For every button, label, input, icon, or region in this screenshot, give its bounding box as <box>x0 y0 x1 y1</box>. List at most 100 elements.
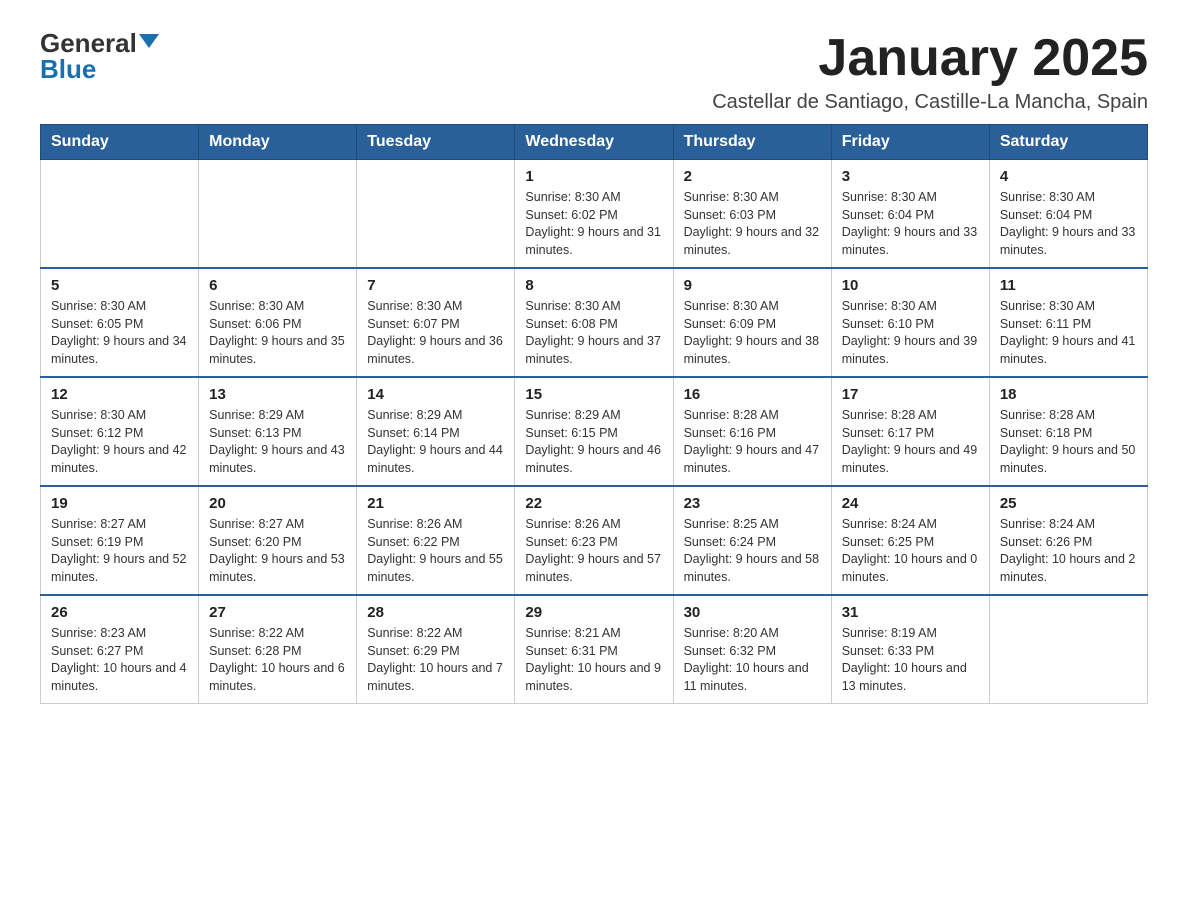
calendar-cell: 31 Sunrise: 8:19 AM Sunset: 6:33 PM Dayli… <box>831 595 989 704</box>
day-number: 10 <box>842 277 979 294</box>
weekday-header-sunday: Sunday <box>41 125 199 160</box>
day-info: Sunrise: 8:30 AM Sunset: 6:09 PM Dayligh… <box>684 298 821 368</box>
calendar-cell: 4 Sunrise: 8:30 AM Sunset: 6:04 PM Daylig… <box>989 160 1147 269</box>
logo: GeneralBlue <box>40 30 159 82</box>
day-info: Sunrise: 8:23 AM Sunset: 6:27 PM Dayligh… <box>51 625 188 695</box>
weekday-header-monday: Monday <box>199 125 357 160</box>
day-number: 31 <box>842 604 979 621</box>
day-number: 20 <box>209 495 346 512</box>
day-number: 5 <box>51 277 188 294</box>
day-info: Sunrise: 8:19 AM Sunset: 6:33 PM Dayligh… <box>842 625 979 695</box>
day-info: Sunrise: 8:30 AM Sunset: 6:03 PM Dayligh… <box>684 189 821 259</box>
day-info: Sunrise: 8:30 AM Sunset: 6:04 PM Dayligh… <box>1000 189 1137 259</box>
day-number: 6 <box>209 277 346 294</box>
day-info: Sunrise: 8:24 AM Sunset: 6:26 PM Dayligh… <box>1000 516 1137 586</box>
page-header: GeneralBlue January 2025 Castellar de Sa… <box>40 30 1148 114</box>
day-info: Sunrise: 8:30 AM Sunset: 6:11 PM Dayligh… <box>1000 298 1137 368</box>
day-info: Sunrise: 8:27 AM Sunset: 6:20 PM Dayligh… <box>209 516 346 586</box>
day-info: Sunrise: 8:30 AM Sunset: 6:05 PM Dayligh… <box>51 298 188 368</box>
day-number: 12 <box>51 386 188 403</box>
calendar-week-row: 1Sunrise: 8:30 AM Sunset: 6:02 PM Daylig… <box>41 160 1148 269</box>
calendar-cell: 20 Sunrise: 8:27 AM Sunset: 6:20 PM Dayli… <box>199 486 357 595</box>
calendar-cell: 24 Sunrise: 8:24 AM Sunset: 6:25 PM Dayli… <box>831 486 989 595</box>
calendar-cell: 13Sunrise: 8:29 AM Sunset: 6:13 PM Dayli… <box>199 377 357 486</box>
day-info: Sunrise: 8:28 AM Sunset: 6:18 PM Dayligh… <box>1000 407 1137 477</box>
day-info: Sunrise: 8:30 AM Sunset: 6:06 PM Dayligh… <box>209 298 346 368</box>
day-info: Sunrise: 8:25 AM Sunset: 6:24 PM Dayligh… <box>684 516 821 586</box>
day-info: Sunrise: 8:29 AM Sunset: 6:13 PM Dayligh… <box>209 407 346 477</box>
calendar-table: SundayMondayTuesdayWednesdayThursdayFrid… <box>40 124 1148 704</box>
calendar-cell: 9 Sunrise: 8:30 AM Sunset: 6:09 PM Daylig… <box>673 268 831 377</box>
day-info: Sunrise: 8:21 AM Sunset: 6:31 PM Dayligh… <box>525 625 662 695</box>
location-title: Castellar de Santiago, Castille-La Manch… <box>712 91 1148 114</box>
day-info: Sunrise: 8:28 AM Sunset: 6:17 PM Dayligh… <box>842 407 979 477</box>
calendar-cell: 16 Sunrise: 8:28 AM Sunset: 6:16 PM Dayli… <box>673 377 831 486</box>
day-number: 4 <box>1000 168 1137 185</box>
day-info: Sunrise: 8:24 AM Sunset: 6:25 PM Dayligh… <box>842 516 979 586</box>
calendar-cell <box>199 160 357 269</box>
day-number: 25 <box>1000 495 1137 512</box>
day-info: Sunrise: 8:30 AM Sunset: 6:08 PM Dayligh… <box>525 298 662 368</box>
day-info: Sunrise: 8:30 AM Sunset: 6:10 PM Dayligh… <box>842 298 979 368</box>
title-area: January 2025 Castellar de Santiago, Cast… <box>712 30 1148 114</box>
weekday-header-saturday: Saturday <box>989 125 1147 160</box>
day-number: 16 <box>684 386 821 403</box>
logo-blue-text: Blue <box>40 54 96 84</box>
day-number: 26 <box>51 604 188 621</box>
day-number: 29 <box>525 604 662 621</box>
calendar-cell: 19Sunrise: 8:27 AM Sunset: 6:19 PM Dayli… <box>41 486 199 595</box>
calendar-cell <box>41 160 199 269</box>
calendar-cell: 17 Sunrise: 8:28 AM Sunset: 6:17 PM Dayli… <box>831 377 989 486</box>
weekday-header-tuesday: Tuesday <box>357 125 515 160</box>
day-info: Sunrise: 8:26 AM Sunset: 6:23 PM Dayligh… <box>525 516 662 586</box>
weekday-header-thursday: Thursday <box>673 125 831 160</box>
calendar-cell: 12 Sunrise: 8:30 AM Sunset: 6:12 PM Dayli… <box>41 377 199 486</box>
day-number: 14 <box>367 386 504 403</box>
calendar-cell: 15Sunrise: 8:29 AM Sunset: 6:15 PM Dayli… <box>515 377 673 486</box>
day-number: 30 <box>684 604 821 621</box>
day-number: 17 <box>842 386 979 403</box>
month-title: January 2025 <box>712 30 1148 87</box>
calendar-week-row: 26 Sunrise: 8:23 AM Sunset: 6:27 PM Dayli… <box>41 595 1148 704</box>
calendar-cell: 1Sunrise: 8:30 AM Sunset: 6:02 PM Daylig… <box>515 160 673 269</box>
day-number: 15 <box>525 386 662 403</box>
calendar-cell: 14Sunrise: 8:29 AM Sunset: 6:14 PM Dayli… <box>357 377 515 486</box>
day-info: Sunrise: 8:22 AM Sunset: 6:28 PM Dayligh… <box>209 625 346 695</box>
day-number: 9 <box>684 277 821 294</box>
calendar-cell: 10 Sunrise: 8:30 AM Sunset: 6:10 PM Dayli… <box>831 268 989 377</box>
calendar-cell: 26 Sunrise: 8:23 AM Sunset: 6:27 PM Dayli… <box>41 595 199 704</box>
day-number: 18 <box>1000 386 1137 403</box>
calendar-week-row: 5 Sunrise: 8:30 AM Sunset: 6:05 PM Daylig… <box>41 268 1148 377</box>
day-number: 27 <box>209 604 346 621</box>
calendar-week-row: 12 Sunrise: 8:30 AM Sunset: 6:12 PM Dayli… <box>41 377 1148 486</box>
calendar-cell: 6 Sunrise: 8:30 AM Sunset: 6:06 PM Daylig… <box>199 268 357 377</box>
calendar-week-row: 19Sunrise: 8:27 AM Sunset: 6:19 PM Dayli… <box>41 486 1148 595</box>
logo-arrow-icon <box>139 34 159 48</box>
day-info: Sunrise: 8:30 AM Sunset: 6:04 PM Dayligh… <box>842 189 979 259</box>
weekday-header-row: SundayMondayTuesdayWednesdayThursdayFrid… <box>41 125 1148 160</box>
calendar-cell: 22 Sunrise: 8:26 AM Sunset: 6:23 PM Dayli… <box>515 486 673 595</box>
calendar-cell: 21Sunrise: 8:26 AM Sunset: 6:22 PM Dayli… <box>357 486 515 595</box>
calendar-cell: 28 Sunrise: 8:22 AM Sunset: 6:29 PM Dayli… <box>357 595 515 704</box>
weekday-header-friday: Friday <box>831 125 989 160</box>
day-info: Sunrise: 8:30 AM Sunset: 6:02 PM Dayligh… <box>525 189 662 259</box>
logo-text: GeneralBlue <box>40 30 159 82</box>
calendar-cell: 2Sunrise: 8:30 AM Sunset: 6:03 PM Daylig… <box>673 160 831 269</box>
calendar-cell: 27 Sunrise: 8:22 AM Sunset: 6:28 PM Dayli… <box>199 595 357 704</box>
calendar-cell: 23Sunrise: 8:25 AM Sunset: 6:24 PM Dayli… <box>673 486 831 595</box>
day-number: 21 <box>367 495 504 512</box>
calendar-cell: 7Sunrise: 8:30 AM Sunset: 6:07 PM Daylig… <box>357 268 515 377</box>
calendar-cell: 29 Sunrise: 8:21 AM Sunset: 6:31 PM Dayli… <box>515 595 673 704</box>
day-number: 11 <box>1000 277 1137 294</box>
calendar-cell: 18 Sunrise: 8:28 AM Sunset: 6:18 PM Dayli… <box>989 377 1147 486</box>
day-info: Sunrise: 8:30 AM Sunset: 6:12 PM Dayligh… <box>51 407 188 477</box>
day-info: Sunrise: 8:28 AM Sunset: 6:16 PM Dayligh… <box>684 407 821 477</box>
day-number: 24 <box>842 495 979 512</box>
calendar-cell: 3Sunrise: 8:30 AM Sunset: 6:04 PM Daylig… <box>831 160 989 269</box>
day-number: 28 <box>367 604 504 621</box>
calendar-cell: 8 Sunrise: 8:30 AM Sunset: 6:08 PM Daylig… <box>515 268 673 377</box>
day-number: 8 <box>525 277 662 294</box>
weekday-header-wednesday: Wednesday <box>515 125 673 160</box>
day-number: 22 <box>525 495 662 512</box>
day-info: Sunrise: 8:22 AM Sunset: 6:29 PM Dayligh… <box>367 625 504 695</box>
